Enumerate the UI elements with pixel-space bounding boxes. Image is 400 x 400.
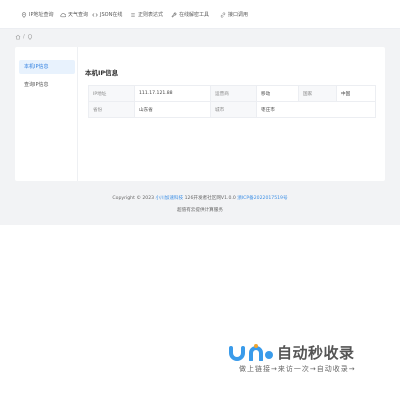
isp-label: 运营商 [210,85,257,102]
nav-label: 正则表达式 [138,12,164,18]
province-value: 山东省 [134,101,211,118]
table-row: 省份 山东省 城市 枣庄市 [88,101,376,118]
ip-label: IP地址 [88,85,135,102]
nav-decrypt[interactable]: 在线解密工具 [171,10,209,19]
ip-value: 111.17.121.88 [134,85,211,102]
table-row: IP地址 111.17.121.88 运营商 移动 国家 中国 [88,85,376,102]
page-title: 本机IP信息 [85,69,119,77]
sidebar-item-query-ip[interactable]: 查询IP信息 [19,78,75,92]
ip-info-table: IP地址 111.17.121.88 运营商 移动 国家 中国 省份 山东省 城… [88,85,376,118]
list-icon [130,12,136,18]
link-icon [220,12,226,18]
city-value: 枣庄市 [256,101,376,118]
city-label: 城市 [210,101,257,118]
country-value: 中国 [336,85,376,102]
sidebar: 本机IP信息 查询IP信息 [15,47,78,181]
country-label: 国家 [298,85,337,102]
nav-label: 接口调用 [228,12,249,18]
nav-weather[interactable]: 天气查询 [60,10,88,19]
province-label: 省份 [88,101,135,118]
wrench-icon [171,12,177,18]
nav-label: 在线解密工具 [179,12,210,18]
top-nav: IP地址查询 天气查询 JSON在线 正则表达式 在线解密工具 接口调用 [0,0,400,29]
home-icon[interactable] [15,34,21,40]
cloud-icon [60,12,66,18]
nav-ip-query[interactable]: IP地址查询 [21,10,54,19]
watermark-logo-icon [229,344,273,361]
watermark-logo: 自动秒收录 [229,343,355,362]
pin-icon[interactable] [27,34,33,40]
main-content: 本机IP信息 IP地址 111.17.121.88 运营商 移动 国家 中国 省… [85,47,376,181]
nav-label: JSON在线 [100,12,123,18]
isp-value: 移动 [256,85,299,102]
nav-json[interactable]: JSON在线 [92,10,122,19]
nav-label: IP地址查询 [29,12,54,18]
breadcrumb-separator: / [23,34,25,40]
main-card: 本机IP信息 查询IP信息 本机IP信息 IP地址 111.17.121.88 … [15,47,385,181]
watermark: 自动秒收录 做上链接→来访一次→自动收录→ [229,343,387,377]
copyright-text: Copyright © 2023 [112,196,155,201]
breadcrumb: / [15,33,33,41]
icp-link[interactable]: 浙ICP备2022017519号 [237,196,287,201]
pin-icon [21,11,27,18]
footer-host: 超值有云提供计算服务 [0,207,400,213]
nav-api[interactable]: 接口调用 [220,10,248,19]
host-text: 超值有云提供计算服务 [177,208,223,213]
footer-copyright: Copyright © 2023 小川加速科技 126开发者社区网V1.0.0 … [0,195,400,201]
code-icon [92,12,98,18]
site-name-link[interactable]: 小川加速科技 [156,196,184,201]
nav-regex[interactable]: 正则表达式 [130,10,163,19]
nav-label: 天气查询 [68,12,89,18]
sidebar-item-local-ip[interactable]: 本机IP信息 [19,60,75,74]
copyright-mid-text: 126开发者社区网V1.0.0 [184,196,236,201]
watermark-title: 自动秒收录 [277,343,355,362]
watermark-slogan: 做上链接→来访一次→自动收录→ [239,365,356,373]
